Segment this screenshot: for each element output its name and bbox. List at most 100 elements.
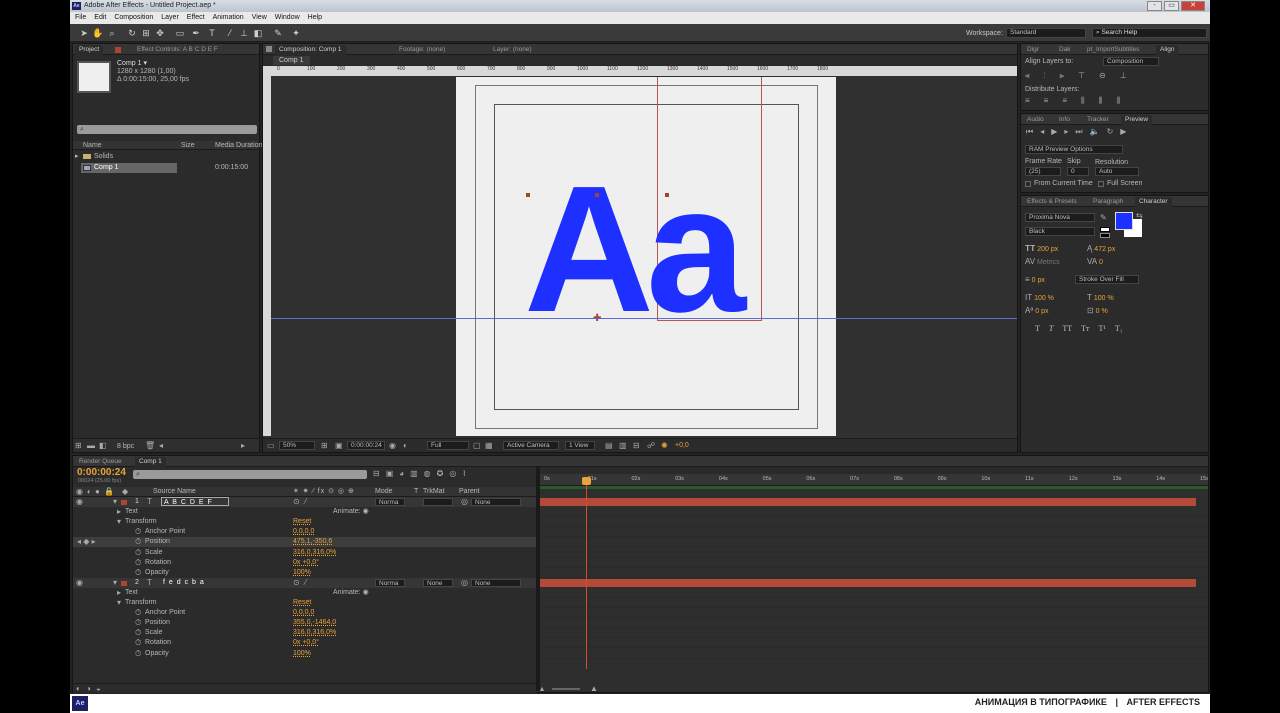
close-button[interactable]: ✕ (1181, 1, 1205, 11)
all-caps-button[interactable]: TT (1062, 324, 1072, 333)
property-row[interactable]: ⏱ Scale 316,0,316,0% (73, 628, 536, 638)
keyframe-nav-icon[interactable]: ◂ ◆ ▸ (77, 537, 96, 546)
tab-dak[interactable]: Dak (1055, 45, 1075, 55)
stopwatch-icon[interactable]: ⏱ (135, 558, 141, 567)
property-track[interactable] (540, 598, 1208, 608)
shy-switch-icon[interactable]: ⊙ (293, 578, 300, 587)
align-to-select[interactable]: Composition (1103, 57, 1159, 66)
property-row[interactable]: ⏱ Opacity 100% (73, 568, 536, 578)
menu-effect[interactable]: Effect (187, 12, 205, 24)
property-track[interactable] (540, 638, 1208, 649)
eye-icon[interactable]: ◉ (76, 497, 83, 506)
type-tool-icon[interactable]: T (206, 27, 218, 39)
video-toggle-icon[interactable]: ◉ (76, 487, 83, 496)
property-track[interactable] (540, 649, 1208, 659)
property-track[interactable] (540, 568, 1208, 578)
anchor-handle[interactable] (595, 193, 599, 197)
label-icon[interactable]: ◆ (122, 487, 128, 496)
auto-keyframe-icon[interactable]: ◎ (449, 469, 456, 478)
magnification-select[interactable]: 50% (279, 441, 315, 450)
small-caps-button[interactable]: Tт (1081, 324, 1089, 333)
stopwatch-icon[interactable]: ⏱ (135, 537, 141, 546)
property-row[interactable]: ⏱ Rotation 0x +0,0° (73, 558, 536, 568)
timeline-search-input[interactable]: ⌕ (133, 470, 367, 479)
property-row[interactable]: ⏱ Position 355,0,-1464,0 (73, 618, 536, 628)
camera-select[interactable]: Active Camera (503, 441, 559, 450)
stroke-type-select[interactable]: Stroke Over Fill (1075, 275, 1139, 284)
property-value[interactable]: 0,0,0,0 (293, 527, 314, 536)
pen-tool-icon[interactable]: ✒ (190, 27, 202, 39)
resolution-select[interactable]: Full (427, 441, 469, 450)
property-track[interactable] (540, 527, 1208, 538)
layer-name[interactable]: f e d c b a (161, 578, 229, 587)
tab-info[interactable]: Info (1055, 115, 1074, 125)
stroke-width-value[interactable]: 0 px (1032, 277, 1045, 284)
show-channel-icon[interactable]: ◐ (403, 441, 408, 450)
playhead[interactable] (581, 477, 591, 669)
project-item-solids[interactable]: ▸ Solids (73, 152, 259, 162)
stopwatch-icon[interactable]: ⏱ (135, 618, 141, 627)
lock-icon[interactable] (266, 46, 272, 52)
next-frame-icon[interactable]: ▸ (1064, 127, 1068, 136)
expand-arrow-icon[interactable]: ▾ (113, 497, 117, 506)
draft-3d-icon[interactable]: ▣ (386, 469, 394, 478)
flowchart-icon[interactable]: ☍ (647, 441, 655, 450)
property-value[interactable]: 100% (293, 649, 311, 658)
toggle-in-out-icon[interactable]: ◒ (96, 684, 101, 693)
vertical-scale-value[interactable]: 100 % (1034, 295, 1054, 302)
tab-tracker[interactable]: Tracker (1083, 115, 1113, 125)
property-value[interactable]: 475,1,-350,6 (293, 537, 332, 546)
property-value[interactable]: 316,0,316,0% (293, 628, 336, 637)
property-row[interactable]: ⏱ Opacity 100% (73, 649, 536, 659)
menu-edit[interactable]: Edit (94, 12, 106, 24)
roto-brush-tool-icon[interactable]: ✎ (272, 27, 284, 39)
expand-arrow-icon[interactable]: ▾ (117, 598, 121, 607)
pan-behind-tool-icon[interactable]: ✥ (154, 27, 166, 39)
column-mode[interactable]: Mode (375, 487, 393, 496)
eyedropper-icon[interactable]: ✎ (1100, 213, 1107, 222)
column-trkmat[interactable]: TrkMat (423, 487, 445, 496)
track-matte-select[interactable]: None (423, 578, 453, 587)
tab-render-queue[interactable]: Render Queue (75, 457, 126, 467)
menu-composition[interactable]: Composition (114, 12, 153, 24)
tsume-value[interactable]: 0 % (1096, 308, 1108, 315)
playhead-handle[interactable] (581, 477, 591, 485)
bpc-label[interactable]: 8 bpc (117, 442, 134, 451)
minimize-button[interactable]: - (1147, 1, 1162, 11)
new-folder-icon[interactable]: ▬ (87, 441, 95, 450)
search-help-input[interactable]: ⌕ Search Help (1092, 28, 1207, 38)
solo-toggle-icon[interactable]: ● (95, 487, 100, 496)
play-icon[interactable]: ▶ (1051, 127, 1057, 136)
horizontal-scale-value[interactable]: 100 % (1094, 295, 1114, 302)
tab-footage[interactable]: Footage: (none) (395, 45, 449, 55)
align-left-icon[interactable]: ⫷ (1025, 71, 1030, 80)
eye-icon[interactable]: ◉ (76, 578, 83, 587)
layer-row[interactable]: ◉ ▾ 1 T A B C D E F ⊙ ⁄ Norma ◎ None (73, 497, 536, 507)
anchor-handle[interactable] (526, 193, 530, 197)
font-style-select[interactable]: Black (1025, 227, 1095, 236)
frame-blending-icon[interactable]: ▥ (410, 469, 418, 478)
property-track[interactable] (540, 537, 1208, 548)
current-time-display[interactable]: 0:00:00:24 (347, 441, 385, 450)
expand-arrow-icon[interactable]: ▸ (75, 152, 79, 161)
parent-select[interactable]: None (471, 578, 521, 587)
column-t[interactable]: T (414, 487, 418, 496)
leading-value[interactable]: 472 px (1094, 246, 1115, 253)
horizontal-guide[interactable] (271, 318, 1017, 319)
stopwatch-icon[interactable]: ⏱ (135, 649, 141, 658)
toggle-pixel-icon[interactable]: ▤ (605, 441, 613, 450)
property-track[interactable] (540, 548, 1208, 558)
stopwatch-icon[interactable]: ⏱ (135, 628, 141, 637)
kerning-value[interactable]: Metrics (1037, 259, 1060, 266)
animate-label[interactable]: Animate: ◉ (333, 588, 369, 597)
tab-comp1-timeline[interactable]: Comp 1 (135, 457, 166, 467)
tab-project[interactable]: Project (75, 45, 104, 55)
brainstorm-icon[interactable]: ✪ (437, 469, 444, 478)
property-row[interactable]: ⏱ Anchor Point 0,0,0,0 (73, 527, 536, 537)
property-value[interactable]: 0x +0,0° (293, 558, 319, 567)
skip-select[interactable]: 0 (1067, 167, 1089, 176)
property-row[interactable]: ⏱ Anchor Point 0,0,0,0 (73, 608, 536, 618)
font-family-select[interactable]: Proxima Nova (1025, 213, 1095, 222)
faux-bold-button[interactable]: T (1035, 324, 1040, 333)
transparency-grid-icon[interactable]: ▦ (485, 441, 493, 450)
